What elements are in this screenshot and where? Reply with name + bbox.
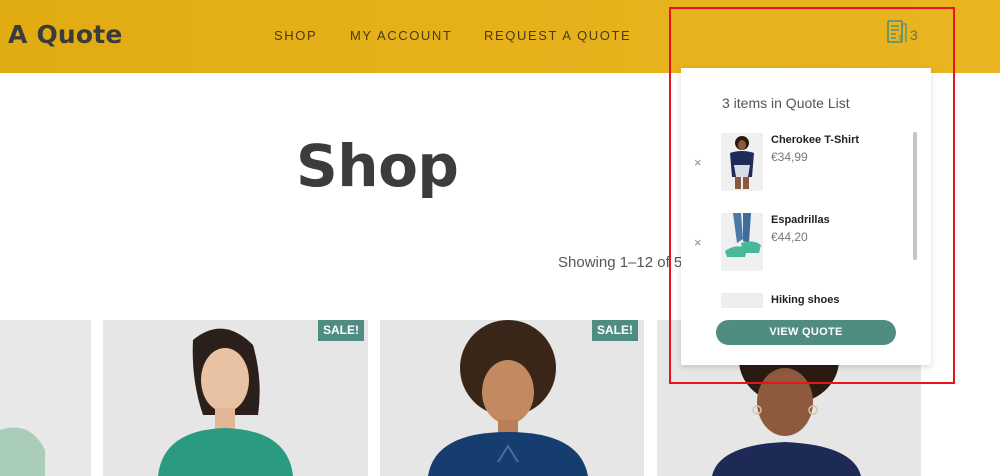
nav-shop[interactable]: SHOP: [274, 28, 317, 43]
product-card[interactable]: [0, 320, 91, 476]
quote-list-items[interactable]: × Cherokee T-Shirt €34,99 × Espadrillas …: [681, 128, 931, 308]
remove-item-button[interactable]: ×: [694, 155, 702, 170]
item-name[interactable]: Hiking shoes: [771, 294, 839, 306]
page-title: Shop: [296, 132, 459, 200]
quote-list-title: 3 items in Quote List: [722, 95, 850, 111]
quote-list-icon[interactable]: $: [887, 20, 907, 44]
sale-badge: SALE!: [592, 320, 638, 341]
item-price: €44,20: [771, 230, 808, 244]
nav-my-account[interactable]: MY ACCOUNT: [350, 28, 452, 43]
quote-count-badge[interactable]: 3: [910, 27, 918, 43]
product-image: [380, 320, 644, 476]
quote-list-item: × Hiking shoes: [681, 293, 911, 308]
quote-list-item: × Cherokee T-Shirt €34,99: [681, 133, 911, 193]
site-header: A Quote SHOP MY ACCOUNT REQUEST A QUOTE …: [0, 0, 1000, 73]
product-card[interactable]: SALE!: [103, 320, 368, 476]
dropdown-scrollbar[interactable]: [913, 132, 917, 260]
result-count: Showing 1–12 of 57: [558, 254, 691, 271]
view-quote-button[interactable]: VIEW QUOTE: [716, 320, 896, 345]
sale-badge: SALE!: [318, 320, 364, 341]
item-name[interactable]: Espadrillas: [771, 214, 830, 226]
svg-text:$: $: [898, 34, 902, 42]
product-thumbnail[interactable]: [721, 213, 763, 271]
quote-list-dropdown: 3 items in Quote List × Cherokee T-Shirt…: [681, 68, 931, 365]
item-price: €34,99: [771, 150, 808, 164]
quote-list-item: × Espadrillas €44,20: [681, 213, 911, 273]
product-thumbnail[interactable]: [721, 293, 763, 308]
remove-item-button[interactable]: ×: [694, 235, 702, 250]
main-nav: SHOP MY ACCOUNT REQUEST A QUOTE: [0, 28, 1000, 44]
item-name[interactable]: Cherokee T-Shirt: [771, 134, 859, 146]
nav-request-quote[interactable]: REQUEST A QUOTE: [484, 28, 631, 43]
product-image: [103, 320, 368, 476]
product-thumbnail[interactable]: [721, 133, 763, 191]
product-card[interactable]: SALE!: [380, 320, 644, 476]
product-image: [0, 320, 91, 476]
